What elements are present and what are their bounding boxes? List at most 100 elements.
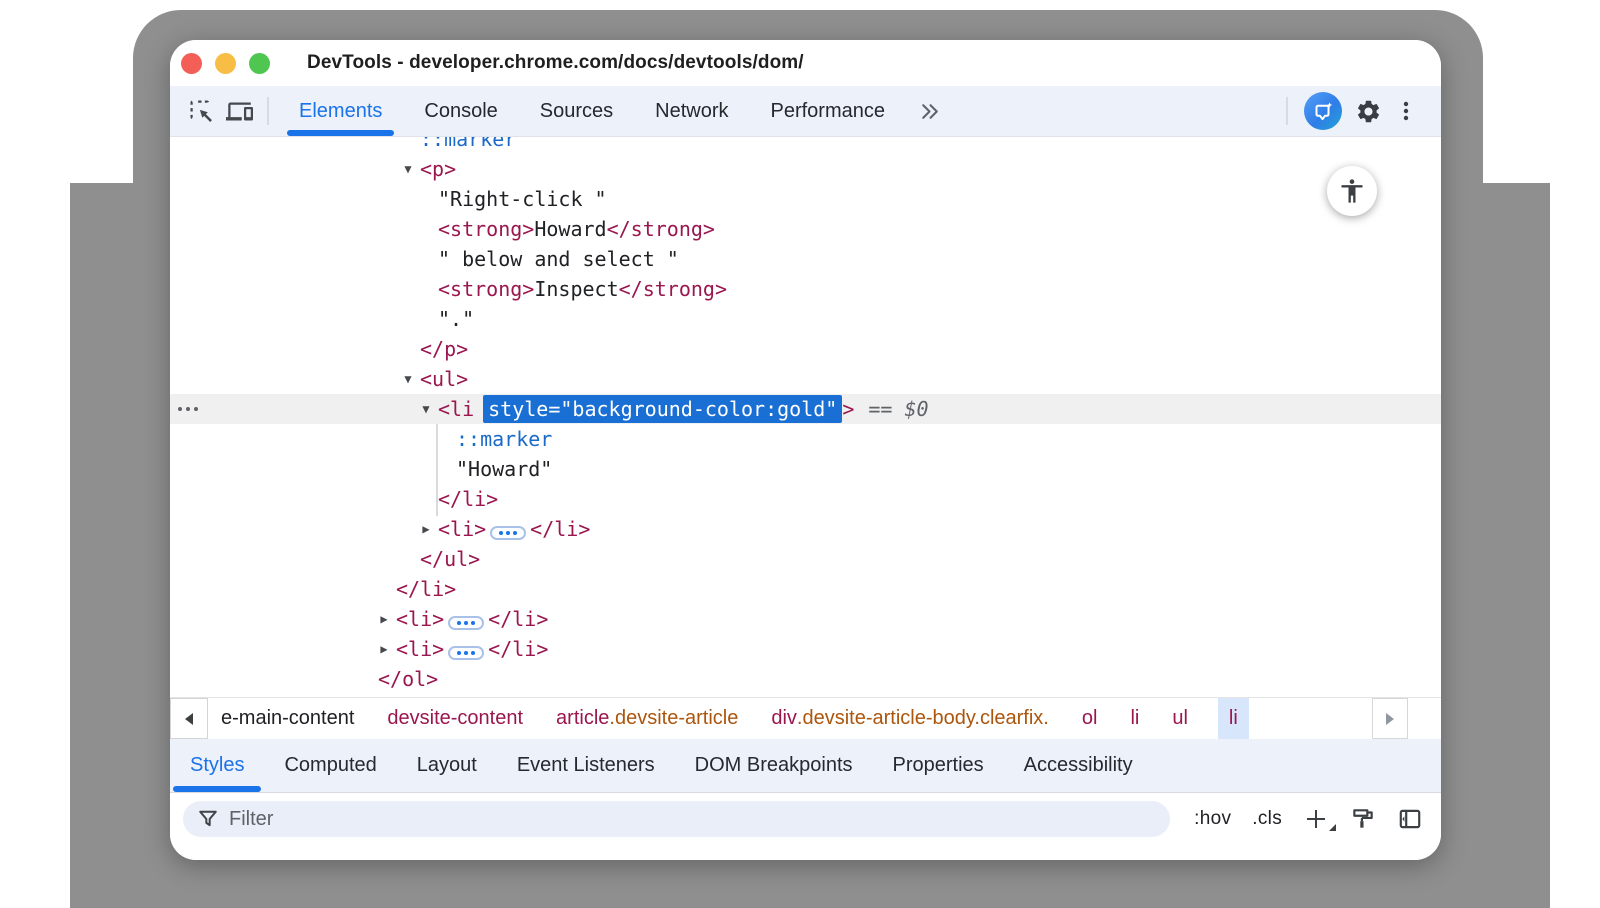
ai-assistance-button[interactable] — [1304, 92, 1342, 130]
dom-tree-row[interactable]: </ol> — [170, 664, 1441, 694]
triangle-left-icon — [185, 713, 193, 725]
minimize-button[interactable] — [215, 53, 236, 74]
crumb-node: div — [771, 707, 797, 730]
tab-accessibility[interactable]: Accessibility — [1004, 739, 1153, 792]
collapse-arrow-icon[interactable]: ▼ — [418, 394, 434, 424]
dom-token-tag: </li> — [530, 517, 590, 541]
dom-tree-row[interactable]: ▶<li></li> — [170, 634, 1441, 664]
devtools-toolbar: ElementsConsoleSourcesNetworkPerformance — [170, 86, 1441, 137]
dom-tree-row[interactable]: "." — [170, 304, 1441, 334]
collapsed-content-ellipsis-button[interactable] — [448, 616, 484, 630]
crumb-node: li — [1229, 707, 1238, 730]
breadcrumb-item[interactable]: article.devsite-article — [553, 698, 741, 739]
dom-tree-row[interactable]: ▶<li></li> — [170, 604, 1441, 634]
expand-arrow-icon[interactable]: ▶ — [376, 634, 392, 664]
panel-tabs: ElementsConsoleSourcesNetworkPerformance — [278, 86, 906, 136]
main-menu-button[interactable] — [1387, 92, 1425, 130]
rendering-emulation-button[interactable] — [1350, 806, 1376, 832]
dom-tree-row[interactable]: "Howard" — [170, 454, 1441, 484]
dom-token-tag: </li> — [488, 607, 548, 631]
breadcrumb-item[interactable]: div.devsite-article-body.clearfix. — [768, 698, 1052, 739]
toggle-sidebar-button[interactable] — [1397, 806, 1423, 832]
tab-event-listeners[interactable]: Event Listeners — [497, 739, 675, 792]
dom-token-dollar: $0 — [904, 397, 928, 421]
new-style-rule-button[interactable] — [1303, 806, 1329, 832]
tab-performance[interactable]: Performance — [753, 86, 904, 136]
filter-input[interactable]: Filter — [183, 801, 1170, 837]
dom-tree-row[interactable]: ::marker — [170, 424, 1441, 454]
close-button[interactable] — [181, 53, 202, 74]
funnel-icon — [198, 809, 218, 829]
breadcrumb-item[interactable]: e-main-content — [218, 698, 357, 739]
breadcrumb-scroll-right-button[interactable] — [1372, 698, 1408, 739]
expand-arrow-icon[interactable]: ▶ — [418, 514, 434, 544]
maximize-button[interactable] — [249, 53, 270, 74]
tab-styles[interactable]: Styles — [170, 739, 264, 792]
dom-tree-row[interactable]: </ul> — [170, 544, 1441, 574]
breadcrumb-item[interactable]: li — [1127, 698, 1142, 739]
triangle-right-icon — [1386, 713, 1394, 725]
dom-tree-row[interactable]: " below and select " — [170, 244, 1441, 274]
expand-arrow-icon[interactable]: ▶ — [376, 604, 392, 634]
toggle-element-state-button[interactable]: :hov — [1194, 808, 1231, 830]
crumb-cls: .devsite-article-body.clearfix. — [797, 707, 1049, 730]
collapsed-content-ellipsis-button[interactable] — [448, 646, 484, 660]
dom-tree-row[interactable]: ▶<li> </li> — [170, 514, 1441, 544]
tab-dom-breakpoints[interactable]: DOM Breakpoints — [675, 739, 873, 792]
filter-controls: :hov .cls — [1194, 806, 1423, 832]
dom-token-tag: <strong> — [438, 217, 534, 241]
dom-tree-row[interactable]: ▼<p> — [170, 154, 1441, 184]
accessibility-overlay-button[interactable] — [1327, 166, 1377, 216]
tab-properties[interactable]: Properties — [873, 739, 1004, 792]
tab-elements[interactable]: Elements — [281, 86, 400, 136]
dom-token-text: "Howard" — [456, 457, 552, 481]
gear-icon — [1355, 98, 1382, 125]
dom-tree-row[interactable]: <strong>Howard</strong> — [170, 214, 1441, 244]
element-classes-button[interactable]: .cls — [1252, 808, 1282, 830]
collapsed-content-ellipsis-button[interactable] — [490, 526, 526, 540]
inspect-icon — [188, 98, 215, 125]
more-panels-button[interactable] — [910, 92, 948, 130]
dom-tree-row[interactable]: ::marker — [170, 137, 1441, 154]
breadcrumb-scroll-left-button[interactable] — [170, 698, 208, 739]
device-toolbar-button[interactable] — [220, 92, 258, 130]
breadcrumb-item[interactable]: ol — [1079, 698, 1101, 739]
crumb-node: devsite-content — [387, 707, 523, 730]
dom-token-tag: <p> — [420, 157, 456, 181]
dom-tree-row-selected[interactable]: ▼<listyle="background-color:gold">==$0 — [170, 394, 1441, 424]
dom-token-pseudo: ::marker — [456, 427, 552, 451]
dom-tree-row[interactable]: </li> — [170, 484, 1441, 514]
breadcrumb-item[interactable]: devsite-content — [384, 698, 526, 739]
dom-tree-row[interactable]: ▼<ul> — [170, 364, 1441, 394]
dom-token-tag: <strong> — [438, 277, 534, 301]
row-more-actions-icon[interactable] — [178, 394, 198, 424]
styles-filter-bar: Filter :hov .cls — [170, 793, 1441, 845]
tab-network[interactable]: Network — [637, 86, 746, 136]
dom-token-tag: </strong> — [619, 277, 727, 301]
dom-token-text: "Right-click " — [438, 187, 607, 211]
tab-layout[interactable]: Layout — [397, 739, 497, 792]
dom-token-tag: <li> — [438, 517, 486, 541]
dom-token-tag: </li> — [488, 637, 548, 661]
inspect-element-button[interactable] — [182, 92, 220, 130]
settings-button[interactable] — [1349, 92, 1387, 130]
tab-console[interactable]: Console — [406, 86, 515, 136]
dom-token-tag: </li> — [438, 487, 498, 511]
dom-token-tag: </ul> — [420, 547, 480, 571]
dom-token-text: " below and select " — [438, 247, 679, 271]
dom-tree-row[interactable]: <strong>Inspect</strong> — [170, 274, 1441, 304]
kebab-menu-icon — [1394, 99, 1418, 123]
collapse-arrow-icon[interactable]: ▼ — [400, 154, 416, 184]
breadcrumb-item-selected[interactable]: li — [1218, 698, 1249, 739]
accessibility-person-icon — [1338, 177, 1366, 205]
dom-token-tag: </p> — [420, 337, 468, 361]
breadcrumb-item[interactable]: ul — [1169, 698, 1191, 739]
tab-sources[interactable]: Sources — [522, 86, 631, 136]
dom-tree-row[interactable]: </p> — [170, 334, 1441, 364]
breadcrumb-bar: e-main-content devsite-content article.dev… — [170, 697, 1441, 739]
collapse-arrow-icon[interactable]: ▼ — [400, 364, 416, 394]
tab-computed[interactable]: Computed — [264, 739, 396, 792]
filter-placeholder: Filter — [229, 808, 273, 831]
dom-tree-row[interactable]: </li> — [170, 574, 1441, 604]
dom-tree-row[interactable]: "Right-click " — [170, 184, 1441, 214]
